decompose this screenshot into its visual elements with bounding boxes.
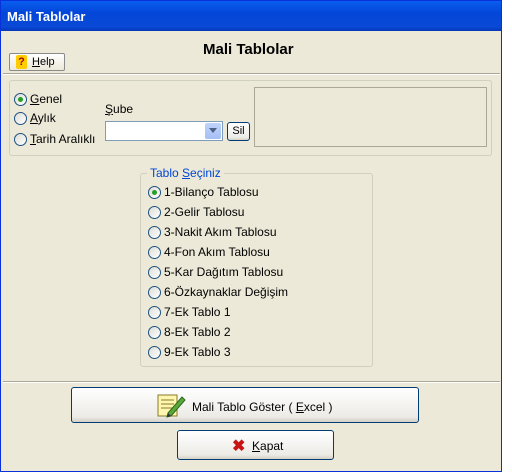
radio-table-5[interactable] xyxy=(148,266,161,279)
radio-table-7-label[interactable]: 7-Ek Tablo 1 xyxy=(164,305,231,319)
close-button[interactable]: ✖ Kapat xyxy=(177,430,334,460)
chevron-down-icon[interactable] xyxy=(205,123,221,139)
help-button-label: Help xyxy=(32,56,55,68)
info-panel xyxy=(254,87,487,147)
radio-table-7[interactable] xyxy=(148,306,161,319)
radio-table-8[interactable] xyxy=(148,326,161,339)
radio-table-9-label[interactable]: 9-Ek Tablo 3 xyxy=(164,345,231,359)
notepad-pencil-icon xyxy=(157,394,186,418)
table-select-label: Tablo Seçiniz xyxy=(147,166,224,180)
radio-genel-label[interactable]: Genel xyxy=(30,92,62,106)
red-x-icon: ✖ xyxy=(232,438,246,455)
radio-table-1[interactable] xyxy=(148,186,161,199)
page-title: Mali Tablolar xyxy=(203,41,294,58)
radio-aylik[interactable] xyxy=(14,112,27,125)
radio-genel[interactable] xyxy=(14,93,27,106)
show-excel-label: Mali Tablo Göster ( Excel ) xyxy=(192,400,333,414)
radio-table-1-label[interactable]: 1-Bilanço Tablosu xyxy=(164,185,259,199)
divider xyxy=(3,381,500,383)
divider xyxy=(3,73,500,75)
header-area: Mali Tablolar ? Help xyxy=(3,31,499,73)
radio-table-2-label[interactable]: 2-Gelir Tablosu xyxy=(164,205,244,219)
branch-combo[interactable] xyxy=(105,121,223,141)
radio-table-3-label[interactable]: 3-Nakit Akım Tablosu xyxy=(164,225,277,239)
clear-branch-button[interactable]: Sil xyxy=(227,122,250,141)
radio-table-9[interactable] xyxy=(148,346,161,359)
title-bar[interactable]: Mali Tablolar xyxy=(1,1,501,31)
radio-table-3[interactable] xyxy=(148,226,161,239)
help-icon: ? xyxy=(16,55,27,69)
radio-table-8-label[interactable]: 8-Ek Tablo 2 xyxy=(164,325,231,339)
radio-tarih-aralikli-label[interactable]: Tarih Aralıklı xyxy=(30,132,95,146)
branch-label: Şube xyxy=(105,102,134,116)
radio-aylik-label[interactable]: Aylık xyxy=(30,111,56,125)
radio-table-4-label[interactable]: 4-Fon Akım Tablosu xyxy=(164,245,270,259)
radio-table-6[interactable] xyxy=(148,286,161,299)
radio-table-4[interactable] xyxy=(148,246,161,259)
radio-table-6-label[interactable]: 6-Özkaynaklar Değişim xyxy=(164,285,288,299)
radio-table-5-label[interactable]: 5-Kar Dağıtım Tablosu xyxy=(164,265,283,279)
radio-tarih-aralikli[interactable] xyxy=(14,133,27,146)
help-button[interactable]: ? Help xyxy=(9,53,65,71)
window-title: Mali Tablolar xyxy=(7,9,86,24)
radio-table-2[interactable] xyxy=(148,206,161,219)
main-window: Mali Tablolar Mali Tablolar ? Help Genel… xyxy=(0,0,502,472)
close-button-label: Kapat xyxy=(252,439,284,453)
show-excel-button[interactable]: Mali Tablo Göster ( Excel ) xyxy=(71,387,419,423)
